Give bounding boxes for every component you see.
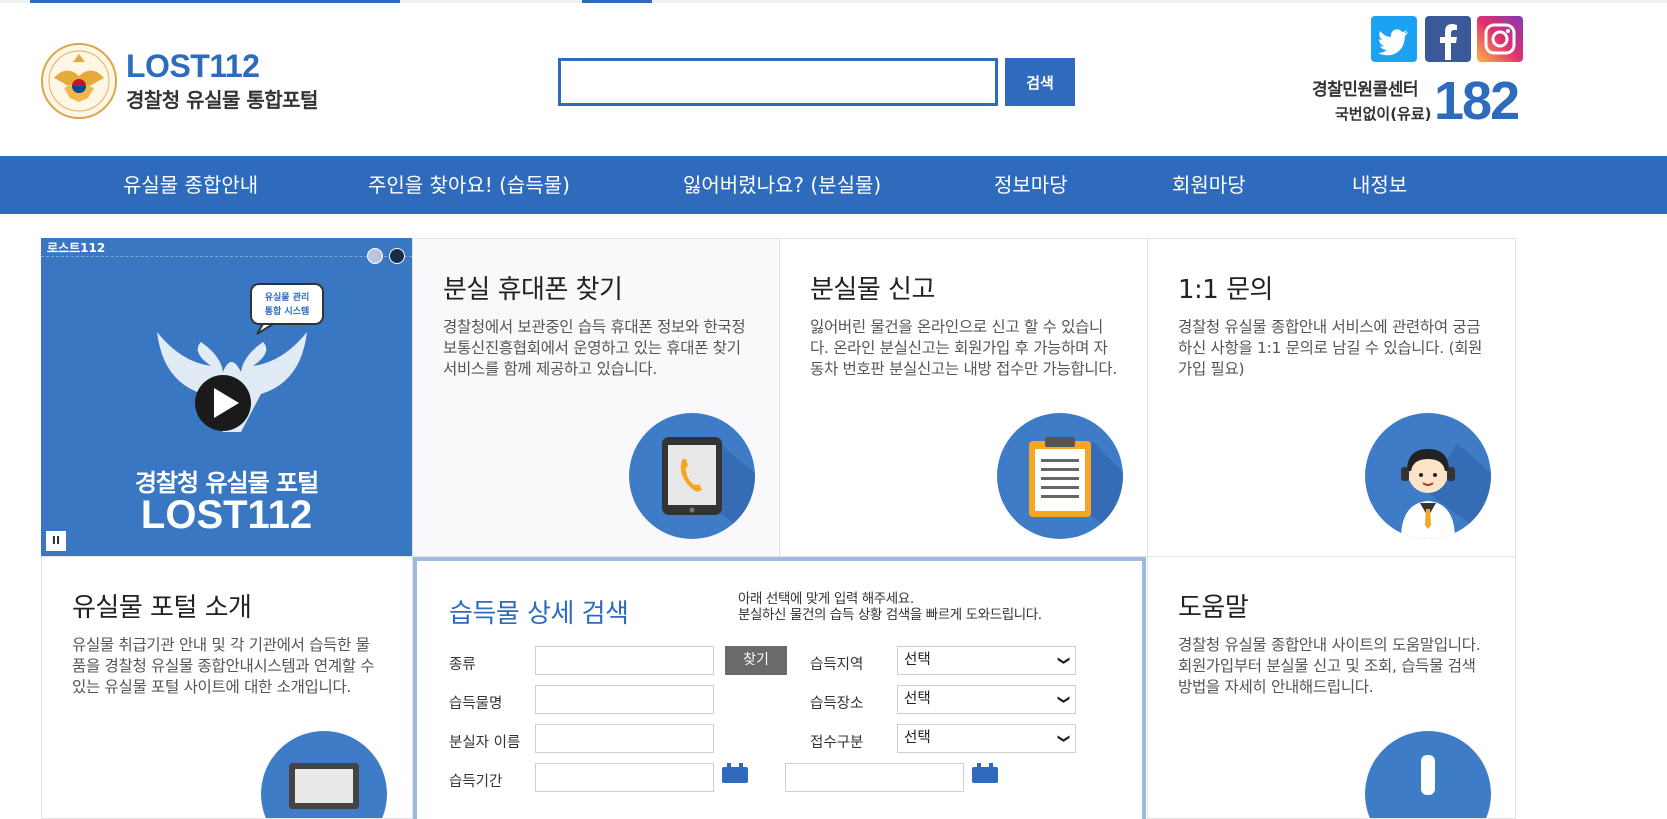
detail-search-panel: 습득물 상세 검색 아래 선택에 맞게 입력 해주세요. 분실하신 물건의 습득… xyxy=(413,557,1146,819)
card-title: 유실물 포털 소개 xyxy=(72,593,252,623)
calendar-icon[interactable] xyxy=(970,763,1000,783)
video-title-line2: LOST112 xyxy=(140,493,313,537)
nav-item-found-items[interactable]: 주인을 찾아요! (습득물) xyxy=(368,156,570,214)
label-owner-name: 분실자 이름 xyxy=(449,735,521,751)
card-lost-report[interactable]: 분실물 신고 잃어버린 물건을 온라인으로 신고 할 수 있습니다. 온라인 분… xyxy=(779,238,1148,557)
nav-item-info[interactable]: 정보마당 xyxy=(994,156,1068,214)
slide-dot-1[interactable] xyxy=(367,248,383,264)
facebook-link[interactable] xyxy=(1425,16,1471,62)
bubble-text-1: 유실물 관리 xyxy=(265,291,310,303)
bubble-text-2: 통합 시스템 xyxy=(265,305,310,317)
clipboard-icon xyxy=(997,413,1123,539)
select-value: 선택 xyxy=(904,730,931,746)
item-name-input[interactable] xyxy=(535,685,714,714)
category-input[interactable] xyxy=(535,646,714,675)
nav-item-guide[interactable]: 유실물 종합안내 xyxy=(123,156,258,214)
card-portal-intro[interactable]: 유실물 포털 소개 유실물 취급기관 안내 및 각 기관에서 습득한 물품을 경… xyxy=(41,556,413,819)
card-lost-phone[interactable]: 분실 휴대폰 찾기 경찰청에서 보관중인 습득 휴대폰 정보와 한국정보통신진흥… xyxy=(412,238,780,557)
label-found-period: 습득기간 xyxy=(449,774,503,790)
card-inquiry[interactable]: 1:1 문의 경찰청 유실물 종합안내 서비스에 관련하여 궁금하신 사항을 1… xyxy=(1147,238,1516,557)
card-title: 분실물 신고 xyxy=(810,275,935,305)
support-agent-icon xyxy=(1365,413,1491,539)
chevron-down-icon: ❯ xyxy=(1057,733,1072,744)
select-value: 선택 xyxy=(904,691,931,707)
twitter-icon xyxy=(1378,29,1408,56)
detail-search-title: 습득물 상세 검색 xyxy=(449,599,629,629)
twitter-link[interactable] xyxy=(1371,16,1417,62)
label-found-place: 습득장소 xyxy=(810,696,864,712)
search-button[interactable]: 검색 xyxy=(1005,58,1075,106)
chevron-down-icon: ❯ xyxy=(1057,655,1072,666)
search-input[interactable] xyxy=(558,58,998,106)
label-category: 종류 xyxy=(449,657,476,673)
logo-title: LOST112 xyxy=(126,48,260,84)
top-line-segment xyxy=(30,0,400,3)
label-receipt-type: 접수구분 xyxy=(810,735,864,751)
call-center-sub: 국번없이(유료) xyxy=(1335,105,1432,123)
detail-search-description: 아래 선택에 맞게 입력 해주세요. 분실하신 물건의 습득 상황 검색을 빠르… xyxy=(738,591,1042,623)
instagram-link[interactable] xyxy=(1477,16,1523,62)
card-description: 유실물 취급기관 안내 및 각 기관에서 습득한 물품을 경찰청 유실물 종합안… xyxy=(72,636,375,696)
video-tag: 로스트112 xyxy=(47,241,106,255)
site-logo[interactable]: LOST112 경찰청 유실물 통합포털 xyxy=(40,42,330,122)
card-description: 경찰청 유실물 종합안내 사이트의 도움말입니다. 회원가입부터 분실물 신고 … xyxy=(1178,636,1481,696)
label-found-region: 습득지역 xyxy=(810,657,864,673)
main-nav: 유실물 종합안내 주인을 찾아요! (습득물) 잃어버렸나요? (분실물) 정보… xyxy=(0,156,1667,214)
phone-tablet-icon xyxy=(629,413,755,539)
card-title: 도움말 xyxy=(1178,593,1249,623)
monitor-icon xyxy=(261,731,387,818)
nav-item-my-info[interactable]: 내정보 xyxy=(1352,156,1407,214)
card-description: 경찰청에서 보관중인 습득 휴대폰 정보와 한국정보통신진흥협회에서 운영하고 … xyxy=(443,318,746,378)
video-divider xyxy=(41,256,412,257)
card-title: 1:1 문의 xyxy=(1178,275,1273,305)
chevron-down-icon: ❯ xyxy=(1057,694,1072,705)
eagle-illustration-icon: 유실물 관리 통합 시스템 xyxy=(157,283,324,432)
label-item-name: 습득물명 xyxy=(449,696,503,712)
find-category-button[interactable]: 찾기 xyxy=(725,646,787,675)
call-center-number: 182 xyxy=(1434,71,1520,131)
call-center-label: 경찰민원콜센터 xyxy=(1312,80,1418,100)
owner-name-input[interactable] xyxy=(535,724,714,753)
card-description: 경찰청 유실물 종합안내 서비스에 관련하여 궁금하신 사항을 1:1 문의로 … xyxy=(1178,318,1483,378)
card-description: 잃어버린 물건을 온라인으로 신고 할 수 있습니다. 온라인 분실신고는 회원… xyxy=(810,318,1117,378)
nav-item-members[interactable]: 회원마당 xyxy=(1172,156,1246,214)
end-date-input[interactable] xyxy=(785,763,964,792)
nav-item-lost-items[interactable]: 잃어버렸나요? (분실물) xyxy=(683,156,881,214)
top-progress-line xyxy=(0,0,1667,3)
select-value: 선택 xyxy=(904,652,931,668)
found-region-select[interactable]: 선택 ❯ xyxy=(897,646,1076,675)
calendar-icon[interactable] xyxy=(720,763,750,783)
top-line-segment xyxy=(582,0,652,3)
receipt-type-select[interactable]: 선택 ❯ xyxy=(897,724,1076,753)
found-place-select[interactable]: 선택 ❯ xyxy=(897,685,1076,714)
instagram-icon xyxy=(1484,23,1516,55)
start-date-input[interactable] xyxy=(535,763,714,792)
info-icon xyxy=(1365,731,1491,818)
slide-dot-2[interactable] xyxy=(389,248,405,264)
card-help[interactable]: 도움말 경찰청 유실물 종합안내 사이트의 도움말입니다. 회원가입부터 분실물… xyxy=(1147,556,1516,819)
detail-search-desc-line2: 분실하신 물건의 습득 상황 검색을 빠르게 도와드립니다. xyxy=(738,607,1042,623)
police-emblem-icon xyxy=(41,43,117,119)
facebook-icon xyxy=(1440,24,1457,60)
card-title: 분실 휴대폰 찾기 xyxy=(443,275,623,305)
promo-video[interactable]: 로스트112 유실물 관리 통합 시스템 경찰청 유실물 포털 LOST112 … xyxy=(41,238,412,556)
logo-subtitle: 경찰청 유실물 통합포털 xyxy=(126,88,318,112)
detail-search-desc-line1: 아래 선택에 맞게 입력 해주세요. xyxy=(738,591,914,607)
pause-button[interactable]: II xyxy=(46,531,66,551)
